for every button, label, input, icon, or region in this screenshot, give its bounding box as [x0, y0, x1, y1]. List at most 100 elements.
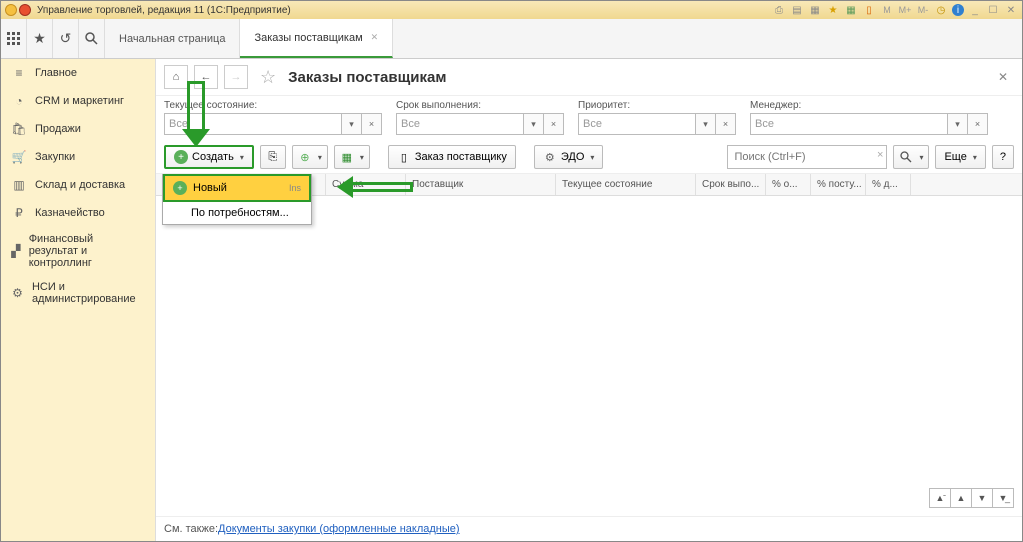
excel-icon: ▦ [340, 150, 354, 164]
history-icon[interactable]: ↺ [53, 19, 79, 58]
bag-icon: 🛍 [11, 121, 27, 137]
tab-close-icon[interactable]: ✕ [371, 32, 379, 43]
sidebar-item-warehouse[interactable]: ▥Склад и доставка [1, 171, 155, 199]
tab-start[interactable]: Начальная страница [105, 19, 240, 58]
magnify-icon [899, 150, 913, 164]
nav-first-button[interactable]: ▲̄ [929, 488, 951, 508]
sidebar-item-nsi[interactable]: ⚙НСИ и администрирование [1, 275, 155, 311]
nav-last-button[interactable]: ▼̲ [992, 488, 1014, 508]
nav-up-button[interactable]: ▲ [950, 488, 972, 508]
calendar-icon[interactable]: ▦ [844, 3, 858, 17]
dropdown-icon[interactable]: ▾ [524, 113, 544, 135]
content: ⌂ ← → ☆ Заказы поставщикам ✕ Текущее сос… [156, 59, 1022, 541]
grid: Номер Дата Сумма Поставщик Текущее состо… [156, 174, 1022, 516]
search-input[interactable] [727, 145, 887, 169]
order-label: Заказ поставщику [415, 151, 507, 163]
create-button[interactable]: +Создать▾ [164, 145, 254, 169]
sidebar-item-purchases[interactable]: 🛒Закупки [1, 143, 155, 171]
tab-label: Заказы поставщикам [254, 32, 362, 44]
fav-icon[interactable]: ☆ [260, 67, 276, 88]
maximize-button[interactable]: ☐ [986, 3, 1000, 17]
cart-icon: 🛒 [11, 149, 27, 165]
grid-nav: ▲̄ ▲ ▼ ▼̲ [930, 488, 1014, 508]
book-icon[interactable]: ▤ [790, 3, 804, 17]
filter-due: Срок выполнения: ▾× [396, 100, 564, 135]
clear-icon[interactable]: × [544, 113, 564, 135]
plus-icon: + [174, 150, 188, 164]
tab-label: Начальная страница [119, 33, 225, 45]
col-pd[interactable]: % д... [866, 174, 911, 195]
page-close-button[interactable]: ✕ [992, 70, 1014, 84]
sidebar-item-label: Финансовый результат и контроллинг [29, 233, 145, 269]
doc-icon: ▯ [397, 150, 411, 164]
chevron-down-icon: ▾ [919, 153, 923, 162]
search-clear-icon[interactable]: × [877, 149, 883, 161]
excel-button[interactable]: ▦▾ [334, 145, 370, 169]
col-pp[interactable]: % посту... [811, 174, 866, 195]
filter-priority-input[interactable] [578, 113, 696, 135]
dropdown-icon[interactable]: ▾ [696, 113, 716, 135]
sidebar-item-crm[interactable]: ◔CRM и маркетинг [1, 87, 155, 115]
chevron-down-icon: ▾ [360, 153, 364, 162]
filter-manager-input[interactable] [750, 113, 948, 135]
filter-state: Текущее состояние: ▾× [164, 100, 382, 135]
col-supplier[interactable]: Поставщик [406, 174, 556, 195]
toolbar-search: × ▾ Еще▾ ? [727, 145, 1014, 169]
filter-label: Срок выполнения: [396, 100, 564, 111]
see-also-link[interactable]: Документы закупки (оформленные накладные… [218, 523, 460, 535]
m-label[interactable]: M [880, 3, 894, 17]
star-icon[interactable]: ★ [826, 3, 840, 17]
sidebar-item-main[interactable]: ≡Главное [1, 59, 155, 87]
sidebar-item-finance[interactable]: ▞Финансовый результат и контроллинг [1, 227, 155, 275]
print-icon[interactable]: ⎙ [772, 3, 786, 17]
fav-star-icon[interactable]: ★ [27, 19, 53, 58]
copy-button[interactable]: ⎘ [260, 145, 286, 169]
edo-button[interactable]: ⚙ЭДО▾ [534, 145, 604, 169]
clear-icon[interactable]: × [362, 113, 382, 135]
tab-orders[interactable]: Заказы поставщикам ✕ [240, 19, 393, 58]
col-po[interactable]: % о... [766, 174, 811, 195]
close-button[interactable]: ✕ [1004, 3, 1018, 17]
sidebar-item-label: Главное [35, 67, 77, 79]
filter-due-input[interactable] [396, 113, 524, 135]
find-button[interactable]: ▾ [893, 145, 929, 169]
info-icon[interactable]: i [952, 4, 964, 16]
clear-icon[interactable]: × [968, 113, 988, 135]
nav-down-button[interactable]: ▼ [971, 488, 993, 508]
m-minus-label[interactable]: M- [916, 3, 930, 17]
back-button[interactable]: ← [194, 65, 218, 89]
minimize-button[interactable]: _ [968, 3, 982, 17]
dropdown-item-new[interactable]: + Новый Ins [163, 174, 311, 202]
order-button[interactable]: ▯ Заказ поставщику [388, 145, 516, 169]
search-icon[interactable] [79, 19, 105, 58]
create-dropdown: + Новый Ins По потребностям... [162, 174, 312, 225]
sidebar-item-treasury[interactable]: ₽Казначейство [1, 199, 155, 227]
filter-state-input[interactable] [164, 113, 342, 135]
dropdown-label: По потребностям... [191, 207, 289, 219]
more-button[interactable]: Еще▾ [935, 145, 985, 169]
clock-icon[interactable]: ◷ [934, 3, 948, 17]
sidebar-item-label: Склад и доставка [35, 179, 125, 191]
m-plus-label[interactable]: M+ [898, 3, 912, 17]
col-state[interactable]: Текущее состояние [556, 174, 696, 195]
apps-icon[interactable] [1, 19, 27, 58]
footer: См. также: Документы закупки (оформленны… [156, 516, 1022, 541]
clear-icon[interactable]: × [716, 113, 736, 135]
home-button[interactable]: ⌂ [164, 65, 188, 89]
calc-icon[interactable]: ▦ [808, 3, 822, 17]
sidebar-item-sales[interactable]: 🛍 Продажи [1, 115, 155, 143]
forward-button[interactable]: → [224, 65, 248, 89]
orb-icon [19, 4, 31, 16]
dropdown-icon[interactable]: ▾ [948, 113, 968, 135]
sidebar-item-label: Продажи [35, 123, 81, 135]
doc-icon[interactable]: ▯ [862, 3, 876, 17]
more-label: Еще [944, 151, 966, 163]
dropdown-item-byneed[interactable]: По потребностям... [163, 202, 311, 224]
status-plus-icon: ⊕ [298, 150, 312, 164]
dropdown-icon[interactable]: ▾ [342, 113, 362, 135]
help-button[interactable]: ? [992, 145, 1014, 169]
status-button[interactable]: ⊕▾ [292, 145, 328, 169]
chevron-down-icon: ▾ [590, 153, 594, 162]
col-due[interactable]: Срок выпо... [696, 174, 766, 195]
col-sum[interactable]: Сумма [326, 174, 406, 195]
